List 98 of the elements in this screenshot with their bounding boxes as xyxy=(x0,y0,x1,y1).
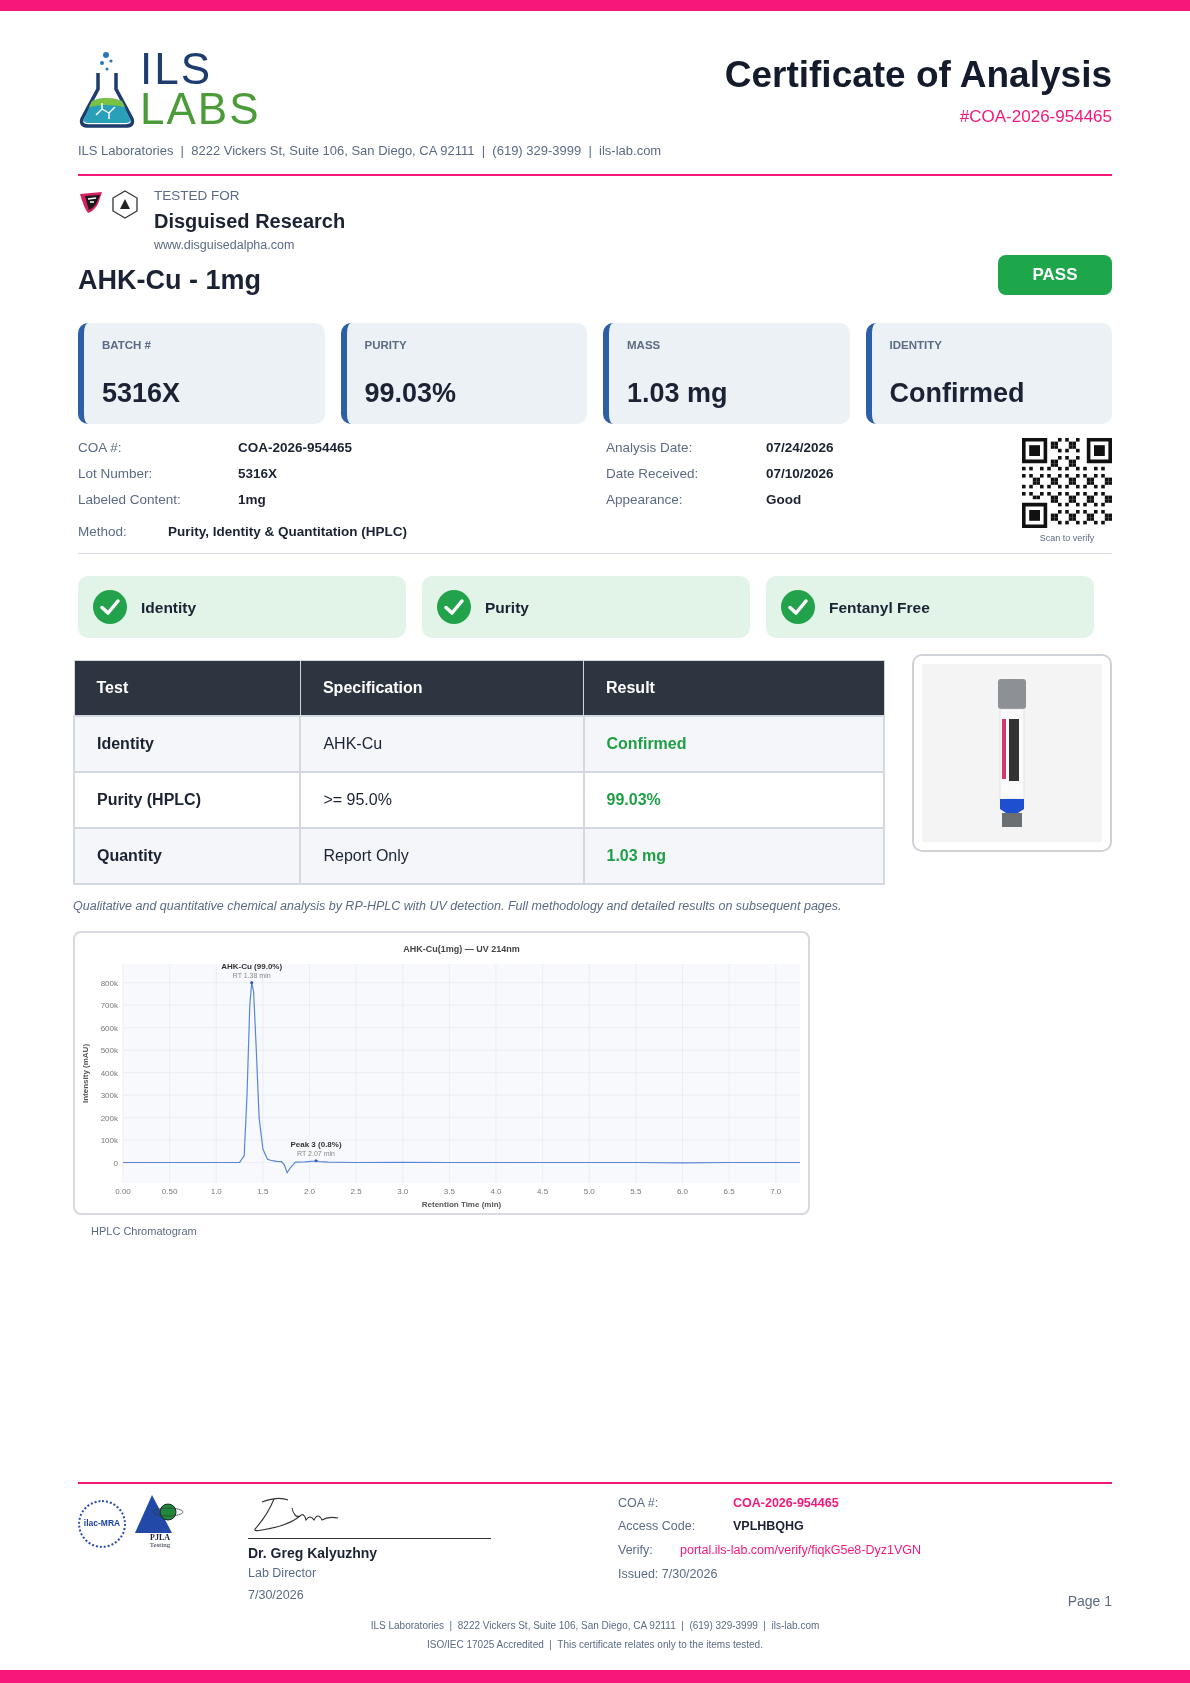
tested-for-label: TESTED FOR xyxy=(154,186,241,205)
verification-value: COA-2026-954465 xyxy=(733,1494,839,1512)
stat-label: BATCH # xyxy=(102,337,152,353)
x-tick-label: 5.0 xyxy=(583,1186,595,1196)
verification-link[interactable]: portal.ils-lab.com/verify/fiqkG5e8-Dyz1VGN xyxy=(680,1541,922,1560)
table-cell: Quantity xyxy=(74,828,301,885)
document-title: Certificate of Analysis xyxy=(724,55,1112,96)
chart-title: AHK-Cu(1mg) — UV 214nm xyxy=(403,943,520,954)
detail-label: Appearance: xyxy=(606,491,684,510)
x-tick-label: 1.0 xyxy=(210,1186,222,1196)
flask-logo-icon xyxy=(78,49,136,130)
client-website: www.disguisedalpha.com xyxy=(154,236,296,254)
x-tick-label: 0.00 xyxy=(115,1186,131,1196)
verification-label: Access Code: xyxy=(618,1518,697,1536)
y-tick-label: 400k xyxy=(100,1068,118,1078)
x-tick-label: 3.0 xyxy=(397,1186,409,1196)
y-tick-label: 300k xyxy=(100,1091,118,1100)
x-tick-label: 4.5 xyxy=(537,1186,549,1196)
y-tick-label: 700k xyxy=(100,1001,118,1011)
check-label: Purity xyxy=(485,597,529,618)
peak-label: Peak 3 (0.8%) xyxy=(290,1139,342,1149)
product-name: AHK-Cu - 1mg xyxy=(78,264,261,298)
stat-value: 1.03 mg xyxy=(627,376,729,410)
ilac-seal: ilac-MRA xyxy=(78,1499,126,1548)
verdict-badge: PASS xyxy=(998,254,1112,295)
logo-text: ILS xyxy=(140,49,213,90)
column-header: Test xyxy=(74,660,301,717)
peak-marker xyxy=(314,1159,318,1163)
issued-date: Issued: 7/30/2026 xyxy=(618,1565,719,1583)
peak-label: AHK-Cu (99.0%) xyxy=(221,961,283,971)
footer-text: ILS Laboratories | 8222 Vickers St, Suite 106, San Diego, CA 92111 | (619) 329-3999 | ils-lab.com xyxy=(370,1619,820,1633)
qr-code-icon xyxy=(1022,437,1112,528)
x-tick-label: 0.50 xyxy=(161,1186,178,1196)
page-number: Page 1 xyxy=(1067,1592,1112,1611)
logo-text: LABS xyxy=(140,89,261,130)
detail-value: COA-2026-954465 xyxy=(238,438,353,457)
check-label: Fentanyl Free xyxy=(829,597,930,618)
method-label: Method: xyxy=(78,523,128,542)
x-tick-label: 2.0 xyxy=(303,1186,316,1196)
qr-caption: Scan to verify xyxy=(1039,531,1095,545)
signatory-name: Dr. Greg Kalyuzhny xyxy=(248,1543,379,1563)
table-footnote: Qualitative and quantitative chemical analysis by RP-HPLC with UV detection. Full methodology and detailed results on subsequent pages. xyxy=(73,898,843,916)
stat-value: 5316X xyxy=(102,376,182,410)
detail-value: 5316X xyxy=(238,464,278,483)
table-cell: Identity xyxy=(74,716,301,773)
certificate-number: #COA-2026-954465 xyxy=(958,105,1112,128)
signatory-role: Lab Director xyxy=(248,1564,318,1582)
footer-text: ISO/IEC 17025 Accredited | This certificate relates only to the items tested. xyxy=(427,1638,763,1652)
detail-label: Date Received: xyxy=(606,464,700,483)
x-tick-label: 7.0 xyxy=(770,1186,782,1196)
signature-date: 7/30/2026 xyxy=(248,1587,305,1605)
x-tick-label: 5.5 xyxy=(630,1186,642,1196)
x-tick-label: 6.5 xyxy=(723,1186,735,1196)
method-value: Purity, Identity & Quantitation (HPLC) xyxy=(168,523,407,542)
hexagon-logo-icon xyxy=(112,189,138,219)
triangle-globe-icon xyxy=(134,1493,186,1534)
y-tick-label: 200k xyxy=(100,1113,118,1123)
chart-caption: HPLC Chromatogram xyxy=(91,1223,198,1239)
stat-label: PURITY xyxy=(364,337,408,353)
detail-value: Good xyxy=(766,491,802,510)
stat-label: MASS xyxy=(627,337,662,353)
stat-label: IDENTITY xyxy=(889,337,943,353)
x-tick-label: 3.5 xyxy=(443,1186,455,1196)
result-cell: Confirmed xyxy=(583,716,884,773)
y-tick-label: 600k xyxy=(100,1023,118,1033)
shield-logo-icon xyxy=(78,189,104,214)
y-tick-label: 0 xyxy=(113,1158,118,1168)
table-cell: Report Only xyxy=(300,828,584,885)
y-axis-label: Intensity (mAU) xyxy=(81,1043,90,1103)
x-tick-label: 4.0 xyxy=(490,1186,502,1196)
x-tick-label: 6.0 xyxy=(676,1186,689,1196)
verification-value: VPLHBQHG xyxy=(733,1518,804,1536)
stat-value: 99.03% xyxy=(364,376,458,410)
verification-label: COA #: xyxy=(618,1494,660,1512)
x-axis-label: Retention Time (min) xyxy=(421,1199,502,1209)
detail-label: Labeled Content: xyxy=(78,491,182,510)
table-cell: AHK-Cu xyxy=(300,716,584,773)
y-tick-label: 100k xyxy=(100,1136,118,1145)
result-cell: 1.03 mg xyxy=(583,828,884,885)
client-name: Disguised Research xyxy=(154,208,346,234)
detail-value: 07/10/2026 xyxy=(766,464,834,483)
accreditation-name: PJLA xyxy=(150,1533,170,1542)
x-tick-label: 2.5 xyxy=(350,1186,362,1196)
verification-label: Verify: xyxy=(618,1542,654,1559)
stat-value: Confirmed xyxy=(889,376,1026,410)
lab-address: ILS Laboratories | 8222 Vickers St, Suite 106, San Diego, CA 92111 | (619) 329-3999 | ils-lab.com xyxy=(78,142,663,161)
peak-marker xyxy=(250,981,254,985)
detail-value: 07/24/2026 xyxy=(766,438,834,457)
detail-value: 1mg xyxy=(238,491,266,510)
y-tick-label: 500k xyxy=(100,1046,118,1056)
check-label: Identity xyxy=(141,597,197,618)
detail-label: Lot Number: xyxy=(78,464,154,483)
detail-label: Analysis Date: xyxy=(606,438,694,457)
y-tick-label: 800k xyxy=(100,978,118,988)
detail-label: COA #: xyxy=(78,438,123,457)
x-tick-label: 1.5 xyxy=(257,1186,269,1196)
column-header: Result xyxy=(583,660,884,717)
column-header: Specification xyxy=(300,660,584,717)
